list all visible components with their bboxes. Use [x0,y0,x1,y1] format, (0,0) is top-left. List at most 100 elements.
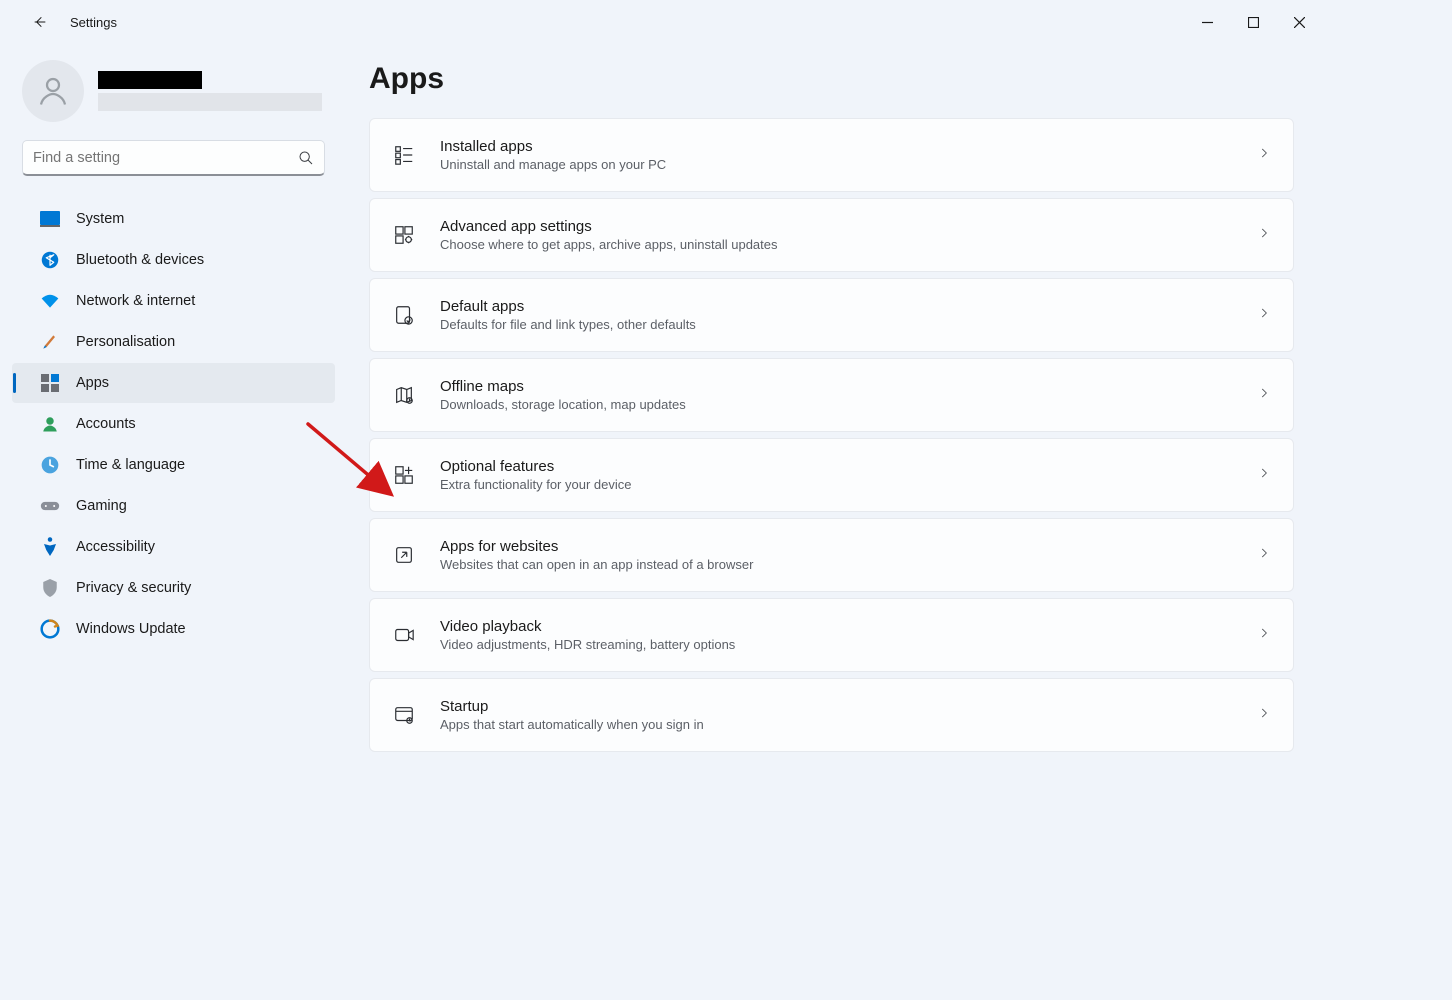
card-sub: Extra functionality for your device [440,477,1233,492]
back-arrow-icon [32,14,48,30]
card-title: Video playback [440,618,1233,635]
card-offline-maps[interactable]: Offline maps Downloads, storage location… [369,358,1294,432]
nav-apps[interactable]: Apps [12,363,335,403]
chevron-right-icon [1257,706,1271,725]
main-area: Apps Installed apps Uninstall and manage… [341,44,1322,906]
account-icon [40,414,60,434]
nav-network[interactable]: Network & internet [12,281,335,321]
nav-label: Accounts [76,416,136,432]
nav-windows-update[interactable]: Windows Update [12,609,335,649]
search-box[interactable] [22,140,325,176]
nav-label: System [76,211,124,227]
nav-privacy[interactable]: Privacy & security [12,568,335,608]
titlebar: Settings [6,0,1322,44]
shield-icon [40,578,60,598]
card-default-apps[interactable]: Default apps Defaults for file and link … [369,278,1294,352]
nav-label: Personalisation [76,334,175,350]
chevron-right-icon [1257,466,1271,485]
close-icon [1294,17,1305,28]
nav-time-language[interactable]: Time & language [12,445,335,485]
chevron-right-icon [1257,146,1271,165]
app-title: Settings [70,15,117,30]
window-controls [1184,6,1322,38]
card-sub: Video adjustments, HDR streaming, batter… [440,637,1233,652]
avatar [22,60,84,122]
card-video-playback[interactable]: Video playback Video adjustments, HDR st… [369,598,1294,672]
card-title: Offline maps [440,378,1233,395]
accessibility-icon [40,537,60,557]
card-sub: Uninstall and manage apps on your PC [440,157,1233,172]
content-area: System Bluetooth & devices Network & int… [6,44,1322,906]
nav-system[interactable]: System [12,199,335,239]
card-sub: Downloads, storage location, map updates [440,397,1233,412]
nav-personalisation[interactable]: Personalisation [12,322,335,362]
nav-label: Gaming [76,498,127,514]
sidebar: System Bluetooth & devices Network & int… [6,44,341,906]
nav-label: Bluetooth & devices [76,252,204,268]
nav-gaming[interactable]: Gaming [12,486,335,526]
maximize-icon [1248,17,1259,28]
profile-text [98,71,325,111]
page-title: Apps [369,62,1294,96]
installed-apps-icon [392,143,416,167]
minimize-icon [1202,17,1213,28]
paintbrush-icon [40,332,60,352]
card-advanced-app-settings[interactable]: Advanced app settings Choose where to ge… [369,198,1294,272]
card-title: Advanced app settings [440,218,1233,235]
nav-accessibility[interactable]: Accessibility [12,527,335,567]
optional-features-icon [392,463,416,487]
nav-label: Network & internet [76,293,195,309]
settings-window: Settings [6,0,1322,906]
system-icon [40,209,60,229]
profile-name-redacted [98,71,202,89]
apps-for-websites-icon [392,543,416,567]
search-input[interactable] [33,150,298,166]
nav-label: Windows Update [76,621,186,637]
card-apps-for-websites[interactable]: Apps for websites Websites that can open… [369,518,1294,592]
card-sub: Choose where to get apps, archive apps, … [440,237,1233,252]
nav-list: System Bluetooth & devices Network & int… [6,188,341,649]
search-icon [298,150,314,166]
nav-label: Privacy & security [76,580,191,596]
card-sub: Websites that can open in an app instead… [440,557,1233,572]
card-title: Startup [440,698,1233,715]
nav-accounts[interactable]: Accounts [12,404,335,444]
startup-icon [392,703,416,727]
profile-block[interactable] [6,54,341,140]
profile-email-redacted [98,93,322,111]
card-title: Default apps [440,298,1233,315]
bluetooth-icon [40,250,60,270]
nav-label: Accessibility [76,539,155,555]
card-startup[interactable]: Startup Apps that start automatically wh… [369,678,1294,752]
nav-label: Time & language [76,457,185,473]
default-apps-icon [392,303,416,327]
update-icon [40,619,60,639]
card-title: Optional features [440,458,1233,475]
card-optional-features[interactable]: Optional features Extra functionality fo… [369,438,1294,512]
apps-icon [40,373,60,393]
chevron-right-icon [1257,226,1271,245]
offline-maps-icon [392,383,416,407]
card-sub: Defaults for file and link types, other … [440,317,1233,332]
card-sub: Apps that start automatically when you s… [440,717,1233,732]
chevron-right-icon [1257,386,1271,405]
card-list: Installed apps Uninstall and manage apps… [369,118,1294,752]
advanced-settings-icon [392,223,416,247]
gamepad-icon [40,496,60,516]
chevron-right-icon [1257,546,1271,565]
chevron-right-icon [1257,306,1271,325]
card-title: Apps for websites [440,538,1233,555]
card-title: Installed apps [440,138,1233,155]
nav-label: Apps [76,375,109,391]
back-button[interactable] [24,6,56,38]
close-button[interactable] [1276,6,1322,38]
minimize-button[interactable] [1184,6,1230,38]
nav-bluetooth[interactable]: Bluetooth & devices [12,240,335,280]
wifi-icon [40,291,60,311]
card-installed-apps[interactable]: Installed apps Uninstall and manage apps… [369,118,1294,192]
clock-globe-icon [40,455,60,475]
chevron-right-icon [1257,626,1271,645]
person-icon [35,73,71,109]
video-playback-icon [392,623,416,647]
maximize-button[interactable] [1230,6,1276,38]
